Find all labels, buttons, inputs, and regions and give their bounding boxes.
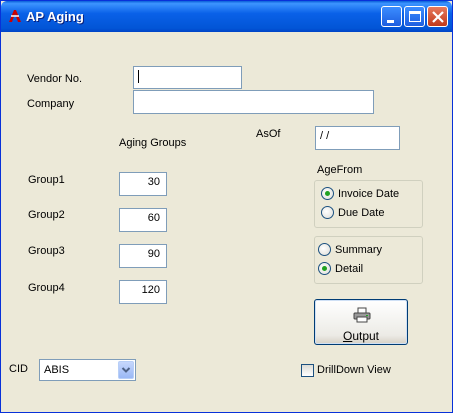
form-body: Vendor No. Company Aging Groups AsOf / /… [4,32,450,410]
close-icon [432,11,444,23]
asof-label: AsOf [256,128,281,140]
vendor-label: Vendor No. [27,73,83,85]
company-input[interactable] [133,90,374,114]
group4-input[interactable]: 120 [119,280,167,304]
radio-detail[interactable]: Detail [318,262,363,275]
group4-label: Group4 [28,282,65,294]
group2-input[interactable]: 60 [119,208,167,232]
group3-label: Group3 [28,245,65,257]
radio-label: Detail [335,262,364,275]
chevron-down-icon [121,367,131,373]
group2-label: Group2 [28,209,65,221]
group3-input[interactable]: 90 [119,244,167,268]
radio-label: Invoice Date [338,187,400,200]
radio-button[interactable] [318,243,331,256]
cid-label: CID [9,363,28,375]
maximize-button[interactable] [404,6,425,27]
agefrom-group: Invoice Date Due Date [314,180,423,228]
window-title: AP Aging [26,9,84,24]
drilldown-checkbox[interactable] [301,364,314,377]
close-button[interactable] [427,6,448,27]
title-bar[interactable]: AP Aging [1,1,452,32]
drilldown-label: DrillDown View [317,364,391,376]
aging-groups-label: Aging Groups [119,137,187,149]
printer-icon [353,307,371,323]
group1-input[interactable]: 30 [119,172,167,196]
radio-button[interactable] [318,262,331,275]
radio-button[interactable] [321,187,334,200]
group1-label: Group1 [28,174,65,186]
radio-button[interactable] [321,206,334,219]
vendor-input[interactable] [133,66,242,89]
cid-selected-value: ABIS [44,364,70,376]
output-button[interactable]: Output [314,299,408,345]
radio-label: Summary [335,243,383,256]
agefrom-label: AgeFrom [317,164,363,176]
output-label: Output [342,329,380,343]
report-type-group: Summary Detail [314,236,423,284]
minimize-button[interactable] [381,6,402,27]
radio-label: Due Date [338,206,385,219]
minimize-icon [387,20,394,23]
radio-summary[interactable]: Summary [318,243,382,256]
company-label: Company [27,98,75,110]
cid-select[interactable]: ABIS [39,359,136,381]
text-caret [138,70,139,83]
radio-invoice-date[interactable]: Invoice Date [321,187,399,200]
radio-due-date[interactable]: Due Date [321,206,384,219]
maximize-icon [409,11,421,22]
ap-aging-window: AP Aging Vendor No. Company Aging Groups… [0,0,453,413]
app-icon [9,10,21,22]
cid-dropdown-button[interactable] [118,361,134,379]
asof-date-input[interactable]: / / [315,126,400,150]
